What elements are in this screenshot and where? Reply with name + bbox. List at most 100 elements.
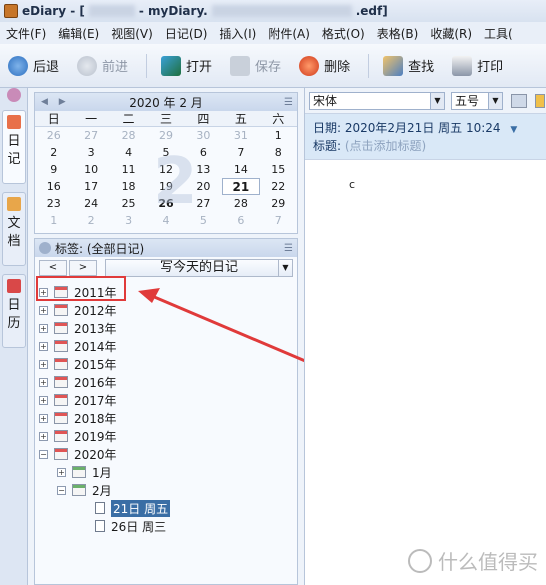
chevron-down-icon[interactable]: ▼	[278, 260, 292, 276]
menu-favorites[interactable]: 收藏(R)	[430, 25, 472, 42]
collapse-icon[interactable]: −	[57, 485, 66, 495]
expand-icon[interactable]: +	[39, 395, 48, 405]
menu-tools[interactable]: 工具(	[484, 25, 513, 42]
save-button[interactable]: 保存	[230, 55, 281, 76]
menu-view[interactable]: 视图(V)	[111, 25, 153, 42]
calendar-day[interactable]: 13	[185, 161, 222, 178]
font-select[interactable]: 宋体 ▼	[309, 91, 445, 110]
tree-entry-21[interactable]: 21日 周五	[95, 499, 171, 517]
tab-calendar[interactable]: 日 历	[2, 274, 26, 348]
expand-icon[interactable]: +	[39, 377, 48, 387]
tree-year-2013[interactable]: + 2013年	[39, 319, 117, 337]
calendar-day[interactable]: 28	[222, 195, 259, 212]
chevron-down-icon[interactable]: ▼	[430, 92, 444, 109]
forward-button[interactable]: 前进	[77, 55, 128, 76]
calendar-day[interactable]: 26	[35, 127, 72, 144]
open-button[interactable]: 打开	[161, 55, 212, 76]
insert-image-icon[interactable]	[511, 93, 527, 108]
calendar-day[interactable]: 8	[260, 144, 297, 161]
expand-icon[interactable]: +	[39, 341, 48, 351]
print-button[interactable]: 打印	[452, 55, 503, 76]
tree-entry-26[interactable]: 26日 周三	[95, 517, 166, 535]
menu-diary[interactable]: 日记(D)	[165, 25, 208, 42]
delete-button[interactable]: 删除	[299, 55, 350, 76]
calendar-day[interactable]: 19	[147, 178, 184, 195]
expand-icon[interactable]: +	[39, 323, 48, 333]
tree-year-2014[interactable]: + 2014年	[39, 337, 117, 355]
calendar-day[interactable]: 29	[147, 127, 184, 144]
tree-month-jan[interactable]: + 1月	[57, 463, 112, 481]
calendar-day[interactable]: 5	[147, 144, 184, 161]
calendar-day[interactable]: 5	[185, 212, 222, 229]
back-button[interactable]: 后退	[8, 55, 59, 76]
menu-table[interactable]: 表格(B)	[377, 25, 419, 42]
tree-year-2018[interactable]: + 2018年	[39, 409, 117, 427]
chevron-down-icon[interactable]: ▼	[488, 92, 502, 109]
calendar-day[interactable]: 16	[35, 178, 72, 195]
tree-year-2016[interactable]: + 2016年	[39, 373, 117, 391]
calendar-day[interactable]: 1	[260, 127, 297, 144]
tree-month-feb[interactable]: − 2月	[57, 481, 112, 499]
tree-year-2017[interactable]: + 2017年	[39, 391, 117, 409]
calendar-day[interactable]: 26	[147, 195, 184, 212]
calendar-day[interactable]: 20	[185, 178, 222, 195]
calendar-day[interactable]: 4	[147, 212, 184, 229]
expand-icon[interactable]: +	[39, 359, 48, 369]
calendar-day[interactable]: 7	[260, 212, 297, 229]
expand-icon[interactable]: +	[39, 431, 48, 441]
font-size-select[interactable]: 五号 ▼	[451, 91, 503, 110]
calendar-day[interactable]: 3	[110, 212, 147, 229]
tree-year-2015[interactable]: + 2015年	[39, 355, 117, 373]
chevron-down-icon[interactable]: ▼	[510, 125, 517, 135]
calendar-day[interactable]: 17	[72, 178, 109, 195]
date-value[interactable]: 2020年2月21日 周五 10:24	[345, 121, 501, 135]
calendar-day[interactable]: 22	[260, 178, 297, 195]
calendar-day[interactable]: 2	[35, 144, 72, 161]
write-today-button[interactable]: 写今天的日记 ▼	[105, 259, 293, 277]
calendar-day[interactable]: 15	[260, 161, 297, 178]
calendar-day[interactable]: 9	[35, 161, 72, 178]
month-nav-arrows[interactable]: ◀ ▶	[41, 97, 70, 107]
calendar-day[interactable]: 4	[110, 144, 147, 161]
calendar-day[interactable]: 28	[110, 127, 147, 144]
side-config[interactable]	[2, 88, 26, 106]
title-input[interactable]: (点击添加标题)	[345, 139, 426, 153]
calendar-day[interactable]: 27	[72, 127, 109, 144]
prev-button[interactable]: <	[39, 260, 67, 276]
calendar-day[interactable]: 3	[72, 144, 109, 161]
menu-icon[interactable]: ☰	[284, 97, 293, 108]
calendar-day[interactable]: 2	[72, 212, 109, 229]
calendar-day[interactable]: 23	[35, 195, 72, 212]
menu-edit[interactable]: 编辑(E)	[58, 25, 99, 42]
calendar-day[interactable]: 10	[72, 161, 109, 178]
emoji-icon[interactable]	[535, 93, 545, 108]
tree-year-2019[interactable]: + 2019年	[39, 427, 117, 445]
expand-icon[interactable]: +	[57, 467, 66, 477]
menu-icon[interactable]: ☰	[284, 243, 293, 254]
tree-year-2012[interactable]: + 2012年	[39, 301, 117, 319]
tab-documents[interactable]: 文 档	[2, 192, 26, 266]
calendar-day[interactable]: 7	[222, 144, 259, 161]
expand-icon[interactable]: +	[39, 413, 48, 423]
calendar-day-today[interactable]: 21	[222, 178, 260, 195]
tab-diary[interactable]: 日 记	[2, 110, 26, 184]
calendar-day[interactable]: 14	[222, 161, 259, 178]
calendar-day[interactable]: 30	[185, 127, 222, 144]
calendar-day[interactable]: 27	[185, 195, 222, 212]
calendar-day[interactable]: 11	[110, 161, 147, 178]
calendar-day[interactable]: 29	[260, 195, 297, 212]
editor-body-text[interactable]: c	[349, 178, 355, 191]
expand-icon[interactable]: +	[39, 305, 48, 315]
calendar-day[interactable]: 31	[222, 127, 259, 144]
calendar-day[interactable]: 6	[185, 144, 222, 161]
calendar-day[interactable]: 12	[147, 161, 184, 178]
next-button[interactable]: >	[69, 260, 97, 276]
menu-format[interactable]: 格式(O)	[322, 25, 365, 42]
find-button[interactable]: 查找	[383, 55, 434, 76]
calendar-day[interactable]: 18	[110, 178, 147, 195]
calendar-day[interactable]: 25	[110, 195, 147, 212]
calendar-day[interactable]: 6	[222, 212, 259, 229]
calendar-day[interactable]: 1	[35, 212, 72, 229]
menu-file[interactable]: 文件(F)	[6, 25, 46, 42]
tree-year-2020[interactable]: − 2020年	[39, 445, 117, 463]
